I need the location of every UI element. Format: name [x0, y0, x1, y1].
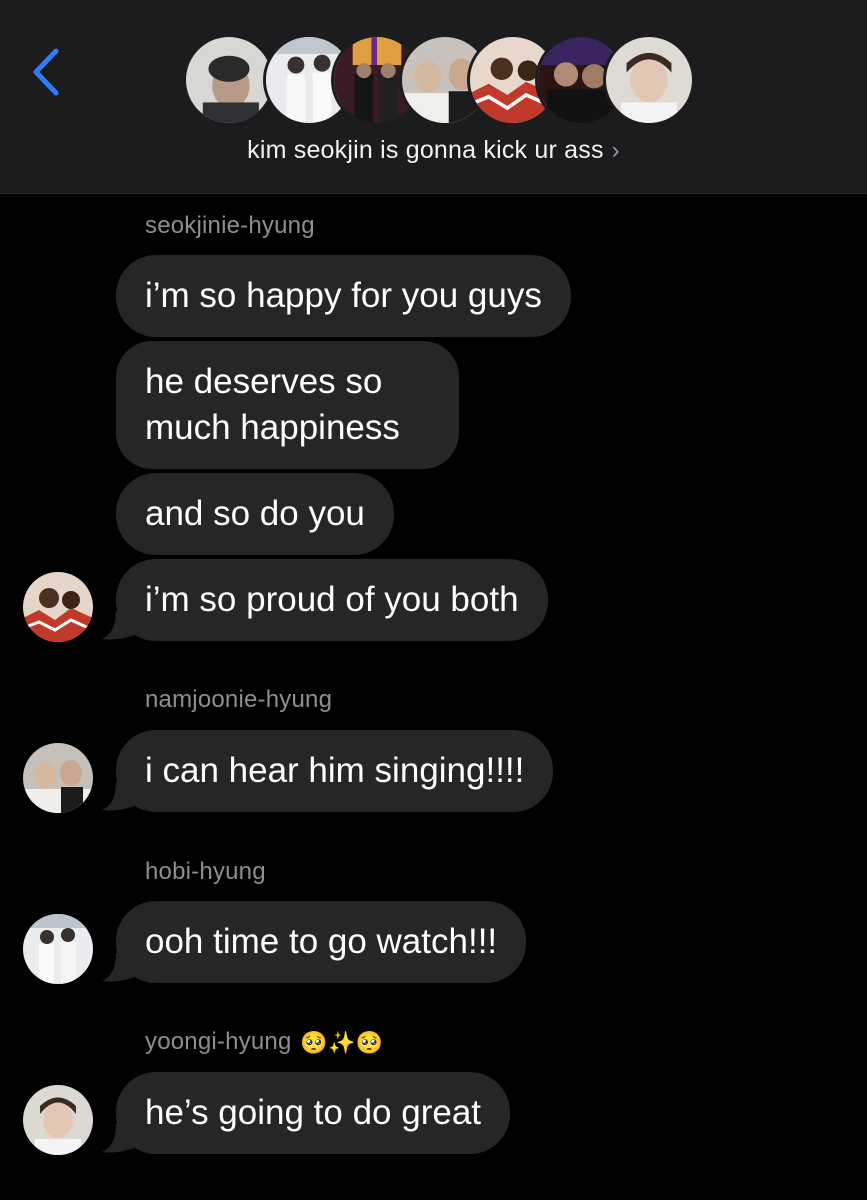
chat-header: kim seokjin is gonna kick ur ass › [0, 0, 867, 194]
message-bubble[interactable]: i’m so proud of you both [116, 559, 548, 641]
seokjin-avatar[interactable] [23, 572, 93, 642]
message-bubble[interactable]: i’m so happy for you guys [116, 255, 571, 337]
group-name-label: kim seokjin is gonna kick ur ass [247, 136, 604, 164]
group-avatars[interactable] [183, 34, 695, 128]
hobi-avatar[interactable] [23, 914, 93, 984]
back-button[interactable] [26, 42, 66, 102]
message-bubble[interactable]: and so do you [116, 473, 394, 555]
sender-name: namjoonie-hyung [145, 686, 333, 713]
member-avatar [603, 34, 695, 126]
message-bubble[interactable]: ooh time to go watch!!! [116, 901, 527, 983]
sender-name: seokjinie-hyung [145, 212, 315, 239]
message-list[interactable]: seokjinie-hyung i’m so happy for you guy… [0, 194, 867, 1200]
sender-emoji: 🥺✨🥺 [300, 1029, 384, 1055]
chevron-right-icon: › [611, 137, 620, 164]
yoongi-avatar[interactable] [23, 1085, 93, 1155]
sender-name: yoongi-hyung 🥺✨🥺 [145, 1028, 383, 1056]
sender-name-label: yoongi-hyung [145, 1028, 292, 1055]
group-name[interactable]: kim seokjin is gonna kick ur ass › [0, 136, 867, 165]
message-bubble[interactable]: he’s going to do great [116, 1072, 511, 1154]
chevron-left-icon [33, 48, 59, 96]
message-bubble[interactable]: i can hear him singing!!!! [116, 730, 554, 812]
message-bubble[interactable]: he deserves so much happiness [116, 341, 459, 469]
namjoon-avatar[interactable] [23, 743, 93, 813]
sender-name: hobi-hyung [145, 858, 266, 885]
member-avatar [183, 34, 275, 126]
